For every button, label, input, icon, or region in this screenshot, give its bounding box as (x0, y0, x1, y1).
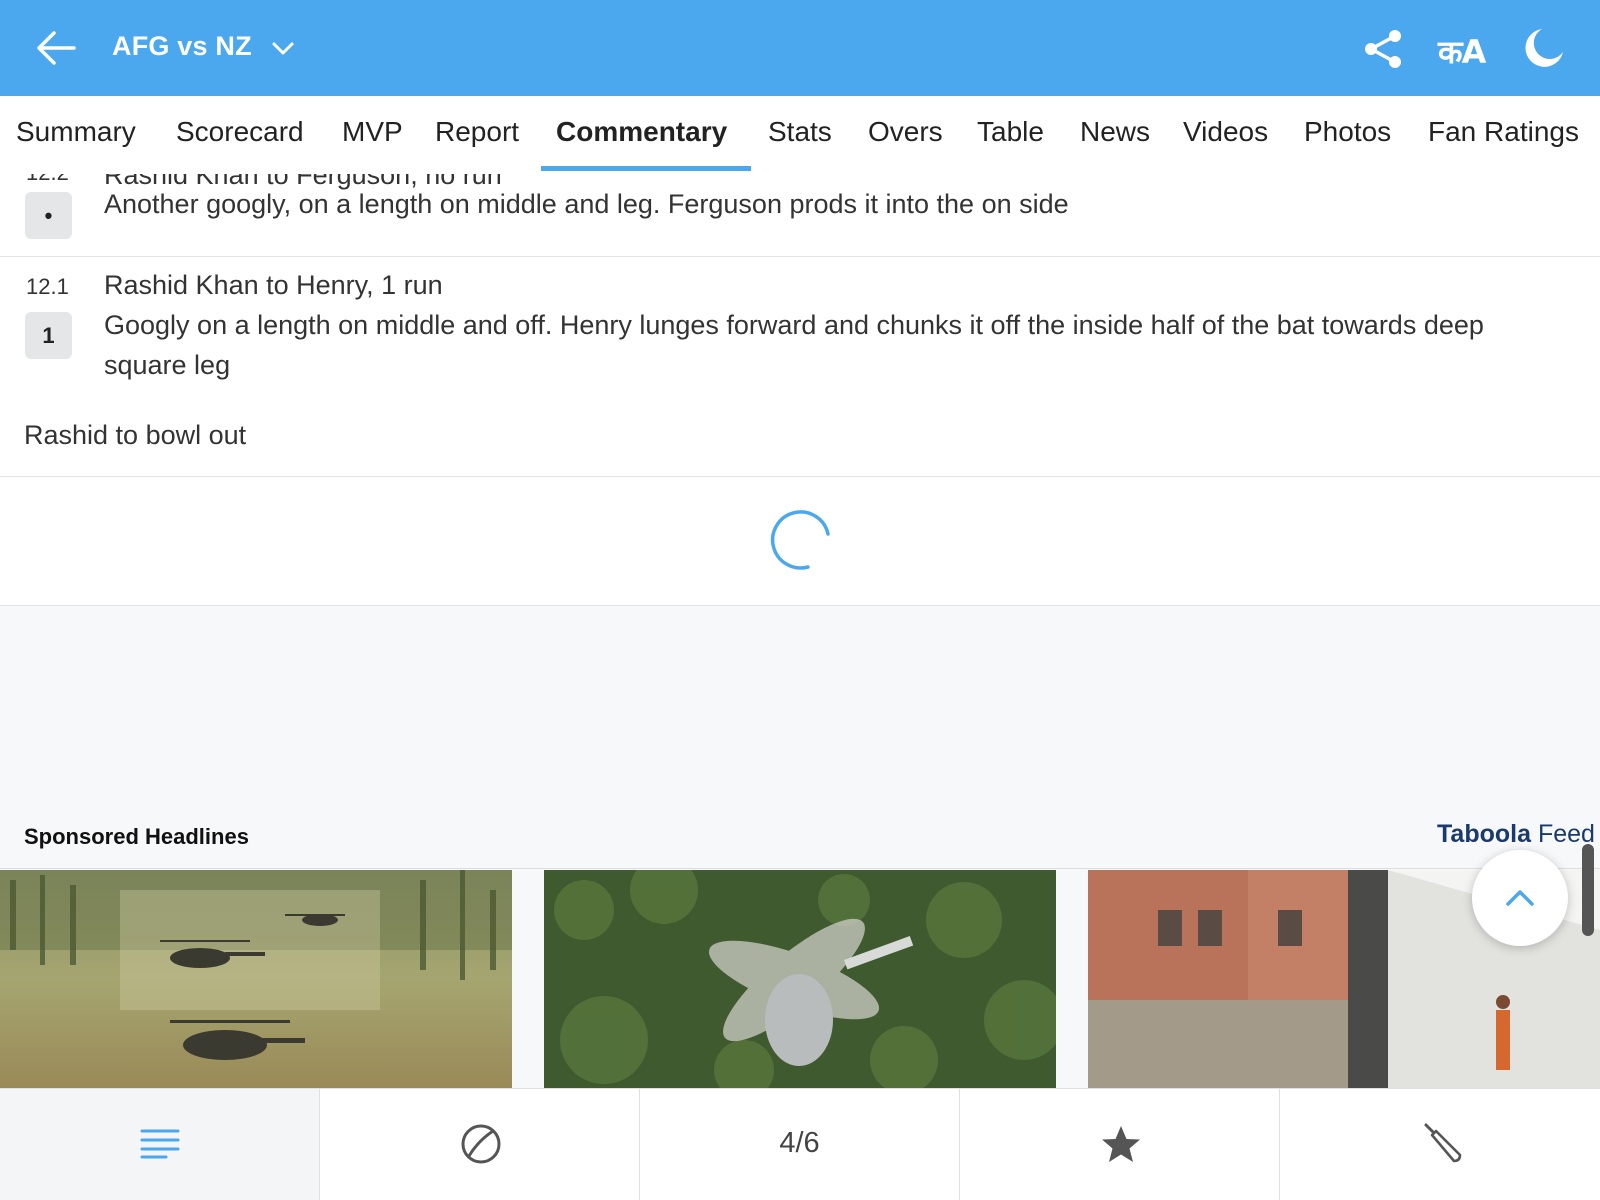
sponsored-headlines-title: Sponsored Headlines (24, 824, 249, 849)
commentary-list: 12.2 Rashid Khan to Ferguson, no run • A… (0, 174, 1600, 606)
tab-summary[interactable]: Summary (16, 116, 136, 148)
bottom-nav-bat[interactable] (1280, 1089, 1600, 1200)
divider (0, 256, 1600, 257)
dark-mode-moon-icon[interactable] (1522, 26, 1566, 70)
ball-headline: Rashid Khan to Henry, 1 run (104, 270, 443, 300)
tab-stats[interactable]: Stats (768, 116, 832, 148)
cricket-ball-icon (461, 1124, 501, 1164)
share-icon[interactable] (1362, 28, 1404, 70)
ball-result-badge: • (25, 192, 72, 239)
bottom-nav-page[interactable]: 4/6 (640, 1089, 960, 1200)
active-tab-indicator (541, 166, 751, 171)
tab-commentary[interactable]: Commentary (556, 116, 727, 148)
tab-report[interactable]: Report (435, 116, 519, 148)
scroll-to-top-button[interactable] (1472, 850, 1568, 946)
top-app-bar: AFG vs NZ कA (0, 0, 1600, 96)
commentary-note: Rashid to bowl out (24, 420, 247, 450)
loading-spinner-icon (770, 510, 830, 570)
commentary-feed[interactable]: 12.2 Rashid Khan to Ferguson, no run • A… (0, 174, 1600, 1088)
chevron-down-icon[interactable] (270, 36, 296, 60)
divider (0, 476, 1600, 477)
bottom-nav-bar: 4/6 (0, 1088, 1600, 1200)
ball-commentary: Another googly, on a length on middle an… (104, 189, 1069, 219)
ball-result-badge: 1 (25, 312, 72, 359)
divider (0, 868, 1600, 869)
taboola-brand: Taboola (1437, 820, 1531, 848)
bottom-nav-favourites[interactable] (960, 1089, 1280, 1200)
divider (0, 605, 1600, 606)
back-arrow-icon[interactable] (34, 28, 78, 68)
tab-table[interactable]: Table (977, 116, 1044, 148)
sponsored-thumbnail-helicopters[interactable] (0, 870, 512, 1088)
bottom-nav-ball[interactable] (320, 1089, 640, 1200)
cricket-bat-icon (1424, 1123, 1462, 1163)
sponsored-thumbnail-jungle-helicopter[interactable] (544, 870, 1056, 1088)
over-number: 12.1 (26, 274, 69, 299)
tab-fan-ratings[interactable]: Fan Ratings (1428, 116, 1579, 148)
ball-commentary: Googly on a length on middle and off. He… (104, 310, 1484, 380)
match-title[interactable]: AFG vs NZ (112, 31, 252, 62)
tab-news[interactable]: News (1080, 116, 1150, 148)
star-icon (1102, 1126, 1140, 1162)
taboola-feed-logo[interactable]: Taboola Feed (1437, 820, 1595, 849)
over-number: 12.2 (26, 174, 69, 186)
page-indicator: 4/6 (779, 1127, 820, 1159)
tab-overs[interactable]: Overs (868, 116, 943, 148)
tab-videos[interactable]: Videos (1183, 116, 1268, 148)
language-toggle[interactable]: कA (1438, 30, 1486, 73)
bottom-nav-menu[interactable] (0, 1089, 320, 1200)
tab-photos[interactable]: Photos (1304, 116, 1391, 148)
tab-scorecard[interactable]: Scorecard (176, 116, 304, 148)
tab-mvp[interactable]: MVP (342, 116, 403, 148)
scrollbar-thumb[interactable] (1582, 844, 1594, 936)
match-tabs: Summary Scorecard MVP Report Commentary … (0, 96, 1600, 174)
menu-icon (140, 1129, 180, 1159)
chevron-up-icon (1506, 890, 1534, 906)
